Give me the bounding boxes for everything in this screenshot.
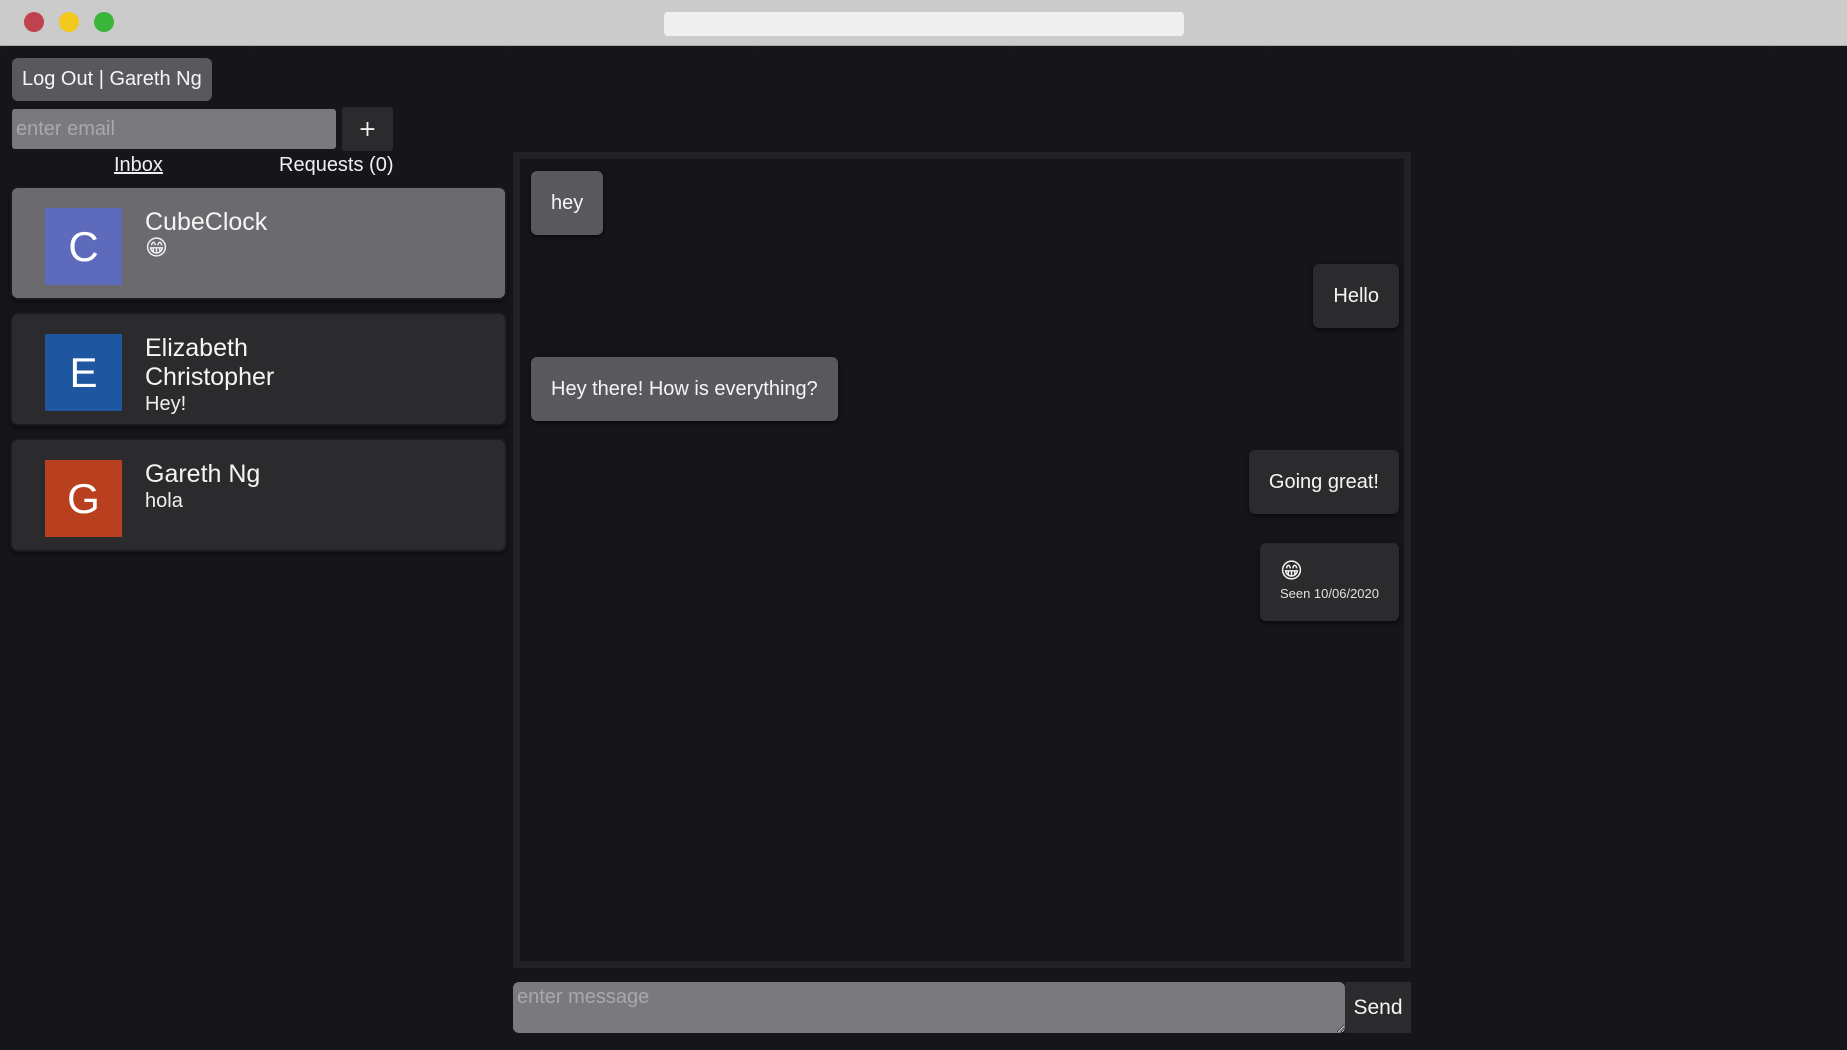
send-button[interactable]: Send — [1345, 982, 1411, 1033]
address-bar[interactable] — [664, 12, 1184, 36]
message-bubble-incoming: Hey there! How is everything? — [531, 357, 838, 421]
window-title-bar — [0, 0, 1847, 46]
tab-inbox[interactable]: Inbox — [114, 152, 163, 178]
avatar: C — [45, 208, 122, 285]
message-bubble-outgoing: Hello — [1313, 264, 1399, 328]
divider — [0, 46, 1847, 50]
tab-requests[interactable]: Requests (0) — [279, 152, 394, 178]
conversation-list: C CubeClock 😁 E Elizabeth Christopher He… — [10, 186, 507, 564]
message-input[interactable] — [513, 982, 1345, 1033]
conversation-item[interactable]: E Elizabeth Christopher Hey! — [10, 312, 507, 426]
message-emoji: 😁 — [1279, 559, 1303, 584]
maximize-window-button[interactable] — [94, 12, 114, 32]
add-contact-button[interactable]: + — [342, 107, 393, 151]
message-bubble-incoming: hey — [531, 171, 604, 235]
conversation-name: Elizabeth Christopher — [145, 334, 275, 391]
close-window-button[interactable] — [24, 12, 44, 32]
conversation-item[interactable]: C CubeClock 😁 — [10, 186, 507, 300]
minimize-window-button[interactable] — [59, 12, 79, 32]
message-bubble-outgoing: Going great! — [1248, 450, 1399, 514]
conversation-preview: Hey! — [145, 393, 187, 415]
email-field[interactable] — [12, 109, 336, 149]
conversation-item[interactable]: G Gareth Ng hola — [10, 438, 507, 552]
conversation-preview: hola — [145, 490, 183, 512]
message-bubble-outgoing: 😁 Seen 10/06/2020 — [1259, 543, 1399, 621]
avatar: E — [45, 334, 122, 411]
conversation-name: CubeClock — [145, 208, 268, 236]
logout-button[interactable]: Log Out | Gareth Ng — [12, 58, 212, 101]
conversation-name: Gareth Ng — [145, 460, 261, 488]
avatar: G — [45, 460, 122, 537]
seen-status: Seen 10/06/2020 — [1279, 586, 1379, 601]
message-thread[interactable]: hey Hello Hey there! How is everything? … — [513, 152, 1411, 968]
conversation-preview: 😁 — [145, 236, 168, 261]
